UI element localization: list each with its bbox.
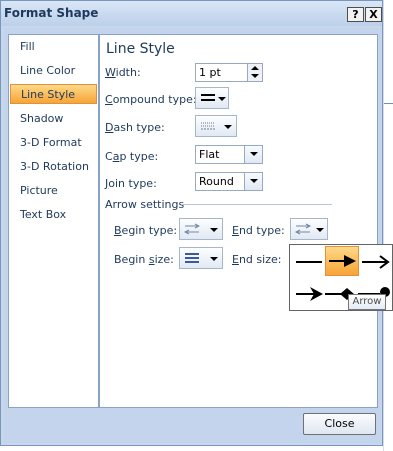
cap-type-dropdown-button[interactable] [244,146,262,163]
dash-type-dropdown[interactable] [195,115,237,137]
filled-arrow-icon [329,255,356,267]
nav-item-3d-rotation[interactable]: 3-D Rotation [10,157,97,177]
dash-type-label: Dash type: [105,121,165,134]
width-value: 1 pt [199,66,221,79]
begin-size-dropdown[interactable] [179,247,223,269]
arrow-size-icon [185,253,199,263]
width-label: Width: [105,66,141,79]
nav-item-fill[interactable]: Fill [10,37,97,57]
chevron-down-icon [210,257,218,261]
begin-type-label: Begin type: [114,224,178,237]
join-type-value: Round [199,175,234,188]
nav-item-text-box[interactable]: Text Box [10,205,97,225]
arrow-tooltip: Arrow [348,294,386,310]
begin-type-dropdown[interactable] [179,218,223,240]
arrow-settings-heading: Arrow settings [105,198,185,211]
compound-type-dropdown[interactable] [195,87,229,109]
cap-type-value: Flat [199,148,220,161]
nav-item-shadow[interactable]: Shadow [10,109,97,129]
document-edge [383,0,384,451]
document-margin-mark [384,103,393,104]
nav-item-picture[interactable]: Picture [10,181,97,201]
stealth-arrow-icon [296,287,323,301]
settings-panel [99,34,378,408]
category-list: Fill Line Color Line Style Shadow 3-D Fo… [8,34,99,408]
compound-type-label: Compound type: [105,93,197,106]
end-type-label: End type: [232,224,285,237]
arrow-option-stealth[interactable] [292,279,326,309]
nav-item-line-style[interactable]: Line Style [10,84,97,104]
compound-lines-icon [201,94,215,101]
end-size-label: End size: [232,253,282,266]
arrow-option-arrow[interactable] [325,246,359,276]
width-spin-buttons[interactable] [247,64,262,81]
nav-item-line-color[interactable]: Line Color [10,61,97,81]
join-type-label: Join type: [105,177,157,190]
arrow-option-open[interactable] [358,247,392,277]
arrow-type-icon [295,223,311,235]
chevron-down-icon [224,125,232,129]
section-heading: Line Style [106,41,175,57]
cap-type-label: Cap type: [105,150,159,163]
arrow-type-icon [184,223,200,235]
end-type-dropdown[interactable] [290,218,328,240]
open-arrow-icon [362,255,390,269]
dialog-title: Format Shape [4,6,99,20]
width-spinner[interactable]: 1 pt [195,63,263,82]
join-type-dropdown-button[interactable] [244,173,262,190]
help-button[interactable]: ? [347,7,364,22]
spin-down-icon[interactable] [251,74,259,78]
spin-up-icon[interactable] [251,66,259,70]
arrow-option-none[interactable] [292,247,326,277]
chevron-down-icon [218,97,226,101]
join-type-select[interactable]: Round [195,172,263,191]
plain-line-icon [296,261,322,263]
chevron-down-icon [250,179,258,183]
begin-size-label: Begin size: [114,253,174,266]
close-x-button[interactable]: X [365,7,382,22]
chevron-down-icon [250,152,258,156]
chevron-down-icon [316,228,324,232]
close-button[interactable]: Close [303,413,376,435]
title-bar[interactable]: Format Shape ? X [1,1,382,26]
arrow-settings-divider [181,204,332,205]
nav-item-3d-format[interactable]: 3-D Format [10,133,97,153]
dash-lines-icon [201,122,215,130]
cap-type-select[interactable]: Flat [195,145,263,164]
chevron-down-icon [210,228,218,232]
